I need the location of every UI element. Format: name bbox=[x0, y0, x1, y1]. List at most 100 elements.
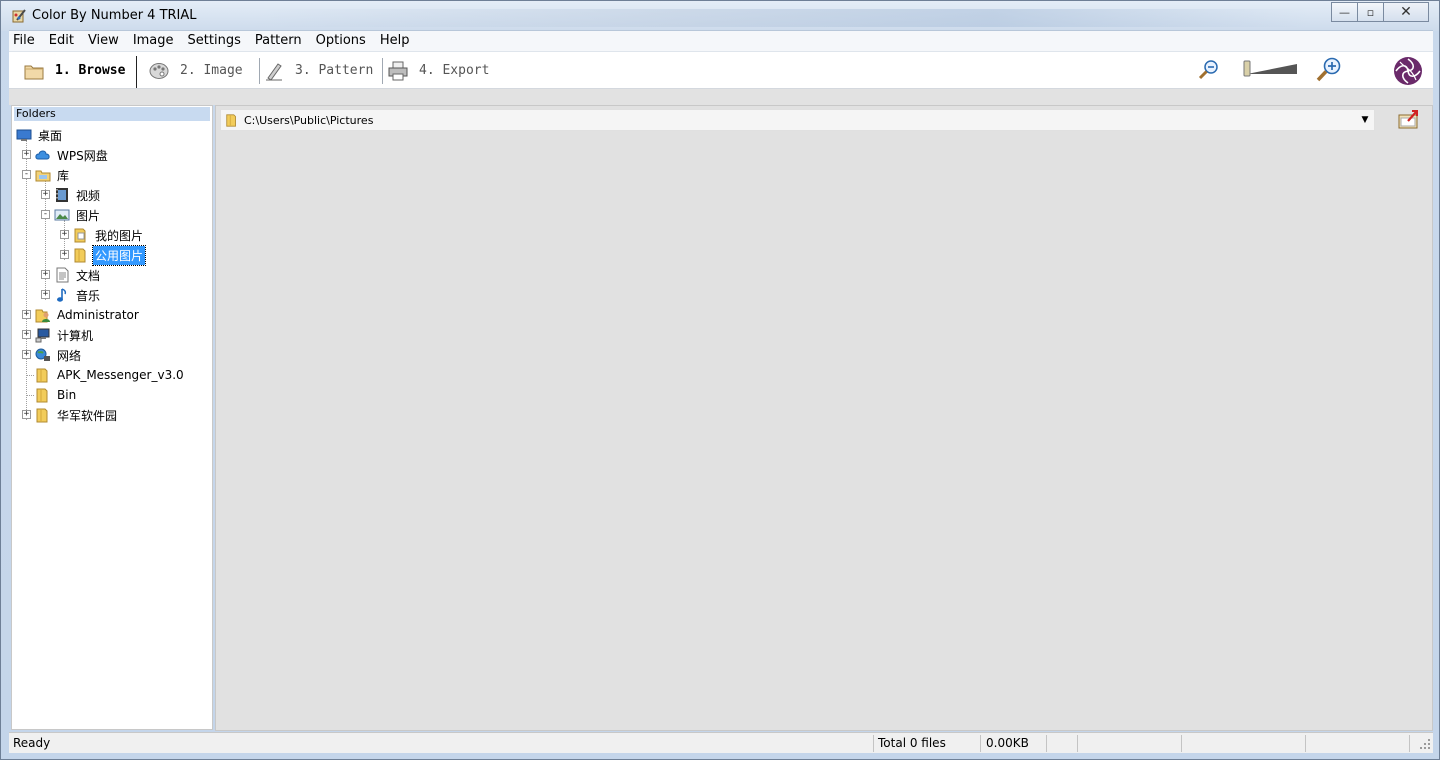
minimize-button[interactable]: — bbox=[1331, 2, 1358, 22]
toolbar-divider bbox=[382, 58, 383, 84]
expand-toggle[interactable]: + bbox=[22, 310, 31, 319]
palette-icon bbox=[149, 62, 169, 79]
menu-bar: File Edit View Image Settings Pattern Op… bbox=[9, 30, 1433, 52]
tree-item-label: 音乐 bbox=[76, 288, 101, 303]
tree-item-my-pictures[interactable]: 我的图片 bbox=[73, 225, 145, 245]
status-divider bbox=[1046, 735, 1047, 752]
menu-edit[interactable]: Edit bbox=[42, 31, 81, 51]
dropdown-arrow-icon[interactable]: ▼ bbox=[1358, 113, 1372, 127]
tree-line bbox=[26, 375, 34, 376]
thumbnail-pane[interactable]: C:\Users\Public\Pictures ▼ bbox=[215, 105, 1433, 731]
tree-item-network[interactable]: 网络 bbox=[35, 345, 83, 365]
cloud-icon bbox=[35, 150, 50, 160]
tree-item-label: 华军软件园 bbox=[57, 408, 118, 423]
menu-pattern[interactable]: Pattern bbox=[248, 31, 309, 51]
tree-item-library[interactable]: 库 bbox=[35, 165, 71, 185]
menu-settings[interactable]: Settings bbox=[181, 31, 248, 51]
folder-icon bbox=[74, 228, 86, 243]
tree-item-pictures[interactable]: 图片 bbox=[54, 205, 102, 225]
tree-item-wps-cloud[interactable]: WPS网盘 bbox=[35, 145, 110, 165]
status-divider bbox=[1305, 735, 1306, 752]
folders-panel: Folders 桌面 + WPS网盘 - 库 + 视频 - 图片 + 我的图片 … bbox=[11, 105, 213, 730]
collapse-toggle[interactable]: - bbox=[22, 170, 31, 179]
expand-toggle[interactable]: + bbox=[22, 350, 31, 359]
library-icon bbox=[35, 170, 51, 182]
expand-toggle[interactable]: + bbox=[41, 270, 50, 279]
step-browse-button[interactable]: 1. Browse bbox=[23, 52, 125, 89]
desktop-icon bbox=[16, 129, 32, 141]
close-button[interactable]: ✕ bbox=[1383, 2, 1429, 22]
video-icon bbox=[56, 188, 68, 202]
step-image-label: 2. Image bbox=[180, 63, 243, 78]
tree-item-huajun[interactable]: 华军软件园 bbox=[35, 405, 119, 425]
computer-icon bbox=[35, 328, 50, 343]
expand-toggle[interactable]: + bbox=[41, 190, 50, 199]
step-toolbar: 1. Browse 2. Image 3. Pattern 4. Export bbox=[9, 52, 1433, 89]
folder-icon bbox=[36, 368, 48, 383]
resize-grip-icon[interactable] bbox=[1419, 738, 1431, 750]
menu-file[interactable]: File bbox=[9, 31, 42, 51]
toolbar-divider bbox=[136, 56, 137, 88]
toolbar-separator-band bbox=[9, 89, 1433, 105]
step-pattern-button[interactable]: 3. Pattern bbox=[263, 52, 373, 89]
path-value: C:\Users\Public\Pictures bbox=[244, 113, 374, 127]
tree-line bbox=[26, 395, 34, 396]
expand-toggle[interactable]: + bbox=[22, 410, 31, 419]
zoom-in-icon[interactable] bbox=[1315, 56, 1343, 84]
tree-item-label: 图片 bbox=[76, 208, 101, 223]
tree-item-bin[interactable]: Bin bbox=[35, 385, 78, 405]
folders-header: Folders bbox=[14, 107, 210, 121]
folder-icon bbox=[36, 408, 48, 423]
step-image-button[interactable]: 2. Image bbox=[148, 52, 243, 89]
tree-item-videos[interactable]: 视频 bbox=[54, 185, 102, 205]
printer-icon bbox=[388, 61, 408, 80]
zoom-out-icon[interactable] bbox=[1197, 58, 1221, 82]
tree-item-label: 文档 bbox=[76, 268, 101, 283]
menu-view[interactable]: View bbox=[81, 31, 126, 51]
tree-item-music[interactable]: 音乐 bbox=[54, 285, 102, 305]
tree-item-apk-messenger[interactable]: APK_Messenger_v3.0 bbox=[35, 365, 186, 385]
status-divider bbox=[1181, 735, 1182, 752]
step-export-button[interactable]: 4. Export bbox=[387, 52, 489, 89]
folder-icon bbox=[74, 248, 86, 263]
menu-help[interactable]: Help bbox=[373, 31, 417, 51]
expand-toggle[interactable]: + bbox=[60, 230, 69, 239]
export-folder-icon[interactable] bbox=[1396, 109, 1420, 131]
tree-item-label: APK_Messenger_v3.0 bbox=[57, 368, 184, 382]
tree-item-administrator[interactable]: Administrator bbox=[35, 305, 141, 325]
tree-item-label: 公用图片 bbox=[91, 244, 147, 266]
expand-toggle[interactable]: + bbox=[60, 250, 69, 259]
zoom-slider[interactable] bbox=[1241, 60, 1299, 78]
status-file-count: Total 0 files bbox=[878, 736, 946, 750]
expand-toggle[interactable]: + bbox=[22, 150, 31, 159]
maximize-icon: ▫ bbox=[1366, 5, 1375, 19]
status-divider bbox=[980, 735, 981, 752]
tree-item-public-pictures[interactable]: 公用图片 bbox=[73, 244, 147, 266]
window-title: Color By Number 4 TRIAL bbox=[32, 8, 197, 23]
minimize-icon: — bbox=[1339, 5, 1350, 19]
expand-toggle[interactable]: + bbox=[22, 330, 31, 339]
pen-icon bbox=[266, 62, 282, 81]
tree-item-label: 视频 bbox=[76, 188, 101, 203]
collapse-toggle[interactable]: - bbox=[41, 210, 50, 219]
expand-toggle[interactable]: + bbox=[41, 290, 50, 299]
close-icon: ✕ bbox=[1400, 4, 1412, 20]
status-bar: Ready Total 0 files 0.00KB bbox=[9, 732, 1433, 753]
status-size: 0.00KB bbox=[986, 736, 1029, 750]
step-export-label: 4. Export bbox=[419, 63, 490, 78]
tree-item-label: Bin bbox=[57, 388, 77, 402]
pictures-icon bbox=[54, 209, 70, 221]
tree-item-computer[interactable]: 计算机 bbox=[35, 325, 95, 345]
path-combobox[interactable]: C:\Users\Public\Pictures ▼ bbox=[220, 109, 1375, 131]
user-icon bbox=[35, 309, 50, 323]
network-icon bbox=[35, 348, 50, 361]
title-bar[interactable]: Color By Number 4 TRIAL — ▫ ✕ bbox=[1, 1, 1439, 31]
document-icon bbox=[56, 267, 69, 283]
tree-item-documents[interactable]: 文档 bbox=[54, 265, 102, 285]
tree-item-desktop[interactable]: 桌面 bbox=[16, 125, 64, 145]
menu-options[interactable]: Options bbox=[309, 31, 373, 51]
app-window: Color By Number 4 TRIAL — ▫ ✕ File Edit … bbox=[0, 0, 1440, 760]
menu-image[interactable]: Image bbox=[126, 31, 181, 51]
maximize-button[interactable]: ▫ bbox=[1357, 2, 1384, 22]
tree-item-label: 桌面 bbox=[38, 128, 63, 143]
